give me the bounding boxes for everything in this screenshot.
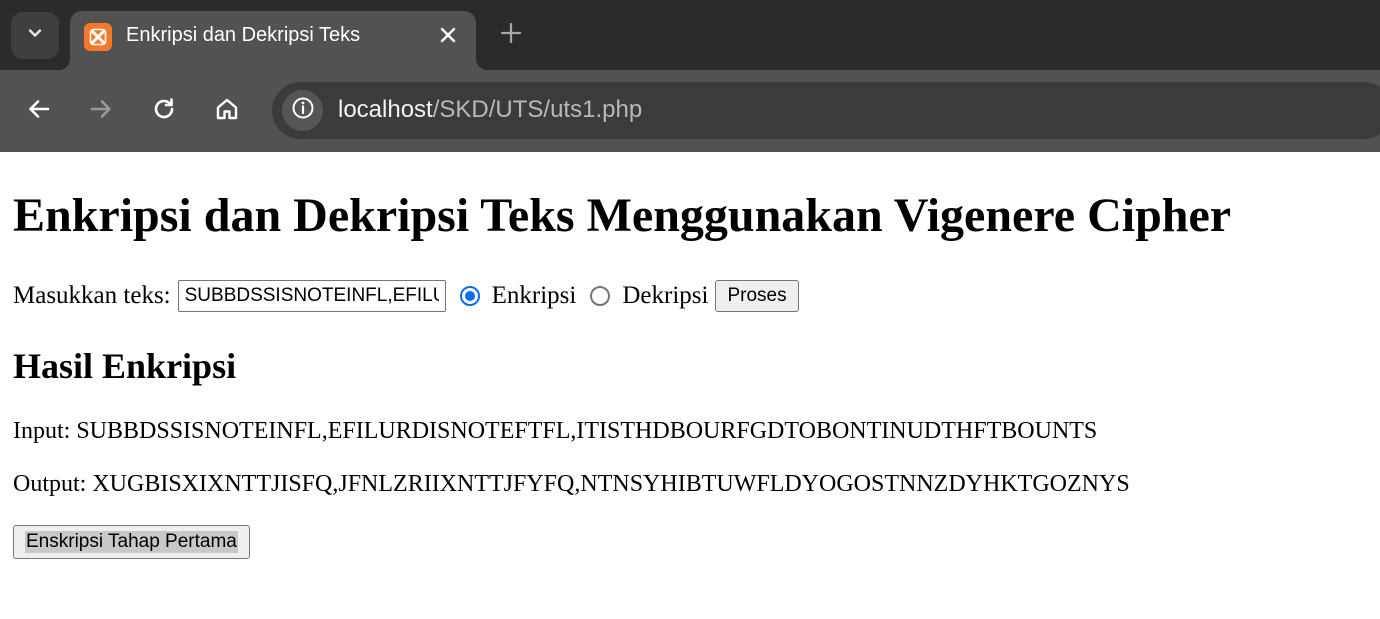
cipher-form: Masukkan teks: Enkripsi Dekripsi Proses [13, 280, 799, 312]
radio-dekripsi[interactable] [590, 286, 611, 306]
page-content: Enkripsi dan Dekripsi Teks Menggunakan V… [0, 152, 1380, 619]
first-stage-encrypt-button[interactable]: Enskripsi Tahap Pertama [13, 525, 250, 559]
arrow-right-icon [88, 96, 114, 127]
active-tab[interactable]: Enkripsi dan Dekripsi Teks [58, 11, 488, 70]
radio-dekripsi-label: Dekripsi [622, 282, 709, 309]
address-bar[interactable]: localhost/SKD/UTS/uts1.php [272, 82, 1380, 139]
text-input[interactable] [177, 280, 446, 312]
radio-enkripsi-label: Enkripsi [491, 282, 577, 309]
site-info-button[interactable] [282, 90, 323, 131]
home-icon [214, 96, 240, 127]
input-result-line: Input: SUBBDSSISNOTEINFL,EFILURDISNOTEFT… [13, 418, 1098, 444]
chevron-down-icon [25, 23, 45, 48]
close-icon [439, 26, 457, 49]
plus-icon [500, 22, 522, 49]
reload-icon [151, 96, 177, 127]
new-tab-button[interactable] [496, 20, 526, 50]
page-title: Enkripsi dan Dekripsi Teks Menggunakan V… [13, 189, 1232, 242]
reload-button[interactable] [145, 92, 183, 130]
text-input-label: Masukkan teks: [13, 282, 171, 309]
proses-button[interactable]: Proses [715, 280, 799, 312]
tab-title: Enkripsi dan Dekripsi Teks [126, 24, 361, 46]
tab-search-button[interactable] [11, 12, 59, 59]
result-heading: Hasil Enkripsi [13, 346, 237, 386]
browser-toolbar: localhost/SKD/UTS/uts1.php [0, 70, 1380, 152]
output-result-line: Output: XUGBISXIXNTTJISFQ,JFNLZRIIXNTTJF… [13, 471, 1130, 497]
forward-button[interactable] [82, 92, 120, 130]
url-path: /SKD/UTS/uts1.php [432, 96, 643, 123]
xampp-icon [84, 23, 112, 51]
first-stage-encrypt-label: Enskripsi Tahap Pertama [25, 531, 238, 553]
arrow-left-icon [26, 96, 52, 127]
tab-strip: Enkripsi dan Dekripsi Teks [0, 0, 1380, 70]
back-button[interactable] [20, 92, 58, 130]
url-host: localhost [338, 96, 433, 123]
close-tab-button[interactable] [434, 23, 462, 51]
radio-enkripsi[interactable] [459, 286, 480, 306]
url-text: localhost/SKD/UTS/uts1.php [338, 96, 642, 124]
home-button[interactable] [208, 92, 246, 130]
info-icon [291, 96, 315, 125]
